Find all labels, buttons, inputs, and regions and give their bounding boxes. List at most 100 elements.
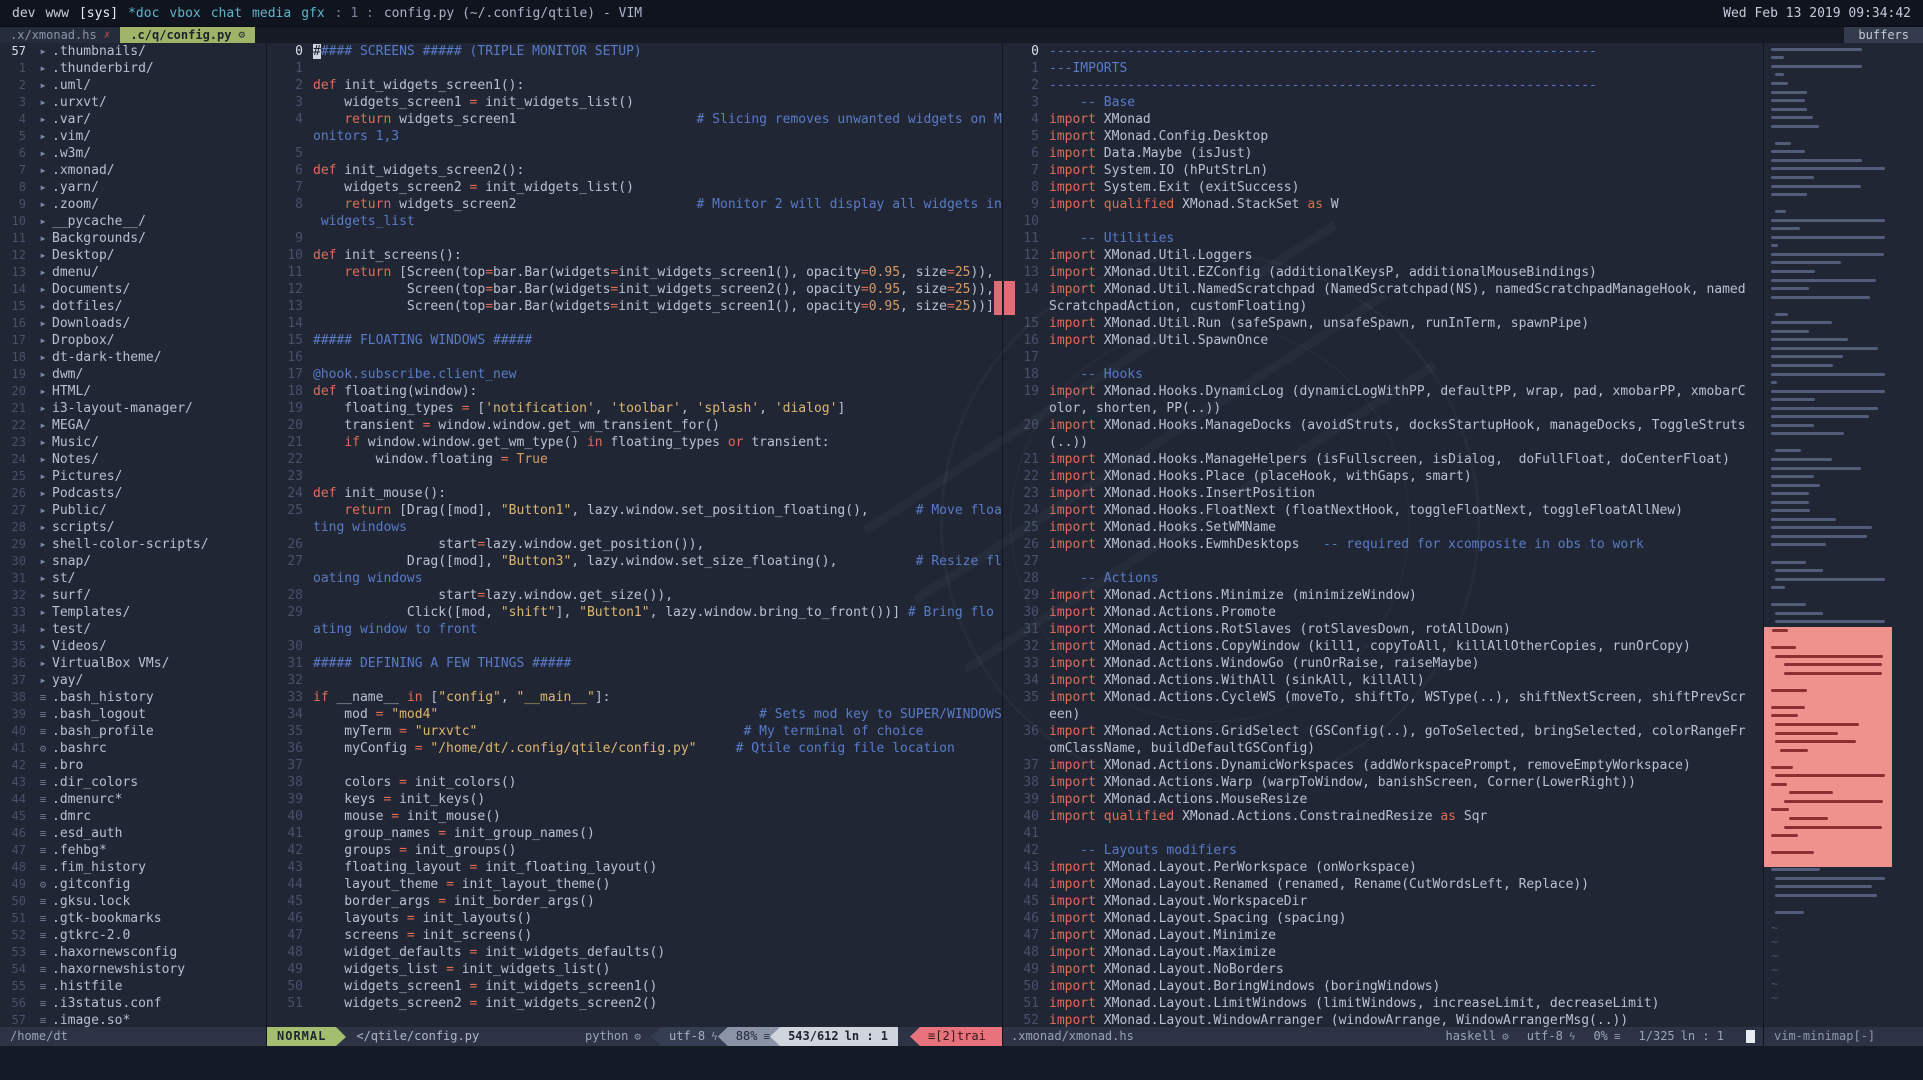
tree-item[interactable]: 42≡.bro	[0, 757, 266, 774]
tree-item[interactable]: 12▸Desktop/	[0, 247, 266, 264]
tree-item[interactable]: 33▸Templates/	[0, 604, 266, 621]
tree-item[interactable]: 57≡.image.so*	[0, 1012, 266, 1027]
code-line[interactable]: 28 start=lazy.window.get_size()),	[267, 587, 1002, 604]
workspace-tag[interactable]: www	[45, 6, 68, 21]
code-line[interactable]: widgets_list	[267, 213, 1002, 230]
code-line[interactable]: 31import XMonad.Actions.RotSlaves (rotSl…	[1003, 621, 1763, 638]
code-line[interactable]: een)	[1003, 706, 1763, 723]
code-line[interactable]: 32	[267, 672, 1002, 689]
tab-.c/q/config.py[interactable]: .c/q/config.py⚙	[120, 27, 255, 43]
code-line[interactable]: 46import XMonad.Layout.Spacing (spacing)	[1003, 910, 1763, 927]
code-line[interactable]: 44import XMonad.Layout.Renamed (renamed,…	[1003, 876, 1763, 893]
code-line[interactable]: 39 keys = init_keys()	[267, 791, 1002, 808]
code-line[interactable]: 30	[267, 638, 1002, 655]
code-line[interactable]: 34 mod = "mod4" # Sets mod key to SUPER/…	[267, 706, 1002, 723]
code-line[interactable]: 0---------------------------------------…	[1003, 43, 1763, 60]
code-line[interactable]: 41 group_names = init_group_names()	[267, 825, 1002, 842]
code-line[interactable]: 45 border_args = init_border_args()	[267, 893, 1002, 910]
tree-item[interactable]: 9▸.zoom/	[0, 196, 266, 213]
code-line[interactable]: 12import XMonad.Util.Loggers	[1003, 247, 1763, 264]
code-line[interactable]: 41	[1003, 825, 1763, 842]
code-line[interactable]: onitors 1,3	[267, 128, 1002, 145]
code-line[interactable]: 48import XMonad.Layout.Maximize	[1003, 944, 1763, 961]
tree-item[interactable]: 17▸Dropbox/	[0, 332, 266, 349]
code-line[interactable]: 11 -- Utilities	[1003, 230, 1763, 247]
tree-item[interactable]: 3▸.urxvt/	[0, 94, 266, 111]
code-line[interactable]: 51import XMonad.Layout.LimitWindows (lim…	[1003, 995, 1763, 1012]
code-line[interactable]: 7 widgets_screen2 = init_widgets_list()	[267, 179, 1002, 196]
code-pane-config[interactable]: 0##### SCREENS ##### (TRIPLE MONITOR SET…	[267, 43, 1003, 1027]
workspace-tag[interactable]: *doc	[128, 6, 159, 21]
file-tree[interactable]: 57▸.thumbnails/1▸.thunderbird/2▸.uml/3▸.…	[0, 43, 267, 1027]
code-line[interactable]: 31##### DEFINING A FEW THINGS #####	[267, 655, 1002, 672]
tree-item[interactable]: 24▸Notes/	[0, 451, 266, 468]
tree-item[interactable]: 4▸.var/	[0, 111, 266, 128]
code-line[interactable]: 27 Drag([mod], "Button3", lazy.window.se…	[267, 553, 1002, 570]
code-line[interactable]: 1---IMPORTS	[1003, 60, 1763, 77]
code-line[interactable]: 43import XMonad.Layout.PerWorkspace (onW…	[1003, 859, 1763, 876]
tree-item[interactable]: 31▸st/	[0, 570, 266, 587]
tree-item[interactable]: 18▸dt-dark-theme/	[0, 349, 266, 366]
tree-item[interactable]: 19▸dwm/	[0, 366, 266, 383]
code-line[interactable]: 38import XMonad.Actions.Warp (warpToWind…	[1003, 774, 1763, 791]
code-line[interactable]: 27	[1003, 553, 1763, 570]
code-line[interactable]: 35import XMonad.Actions.CycleWS (moveTo,…	[1003, 689, 1763, 706]
tree-item[interactable]: 30▸snap/	[0, 553, 266, 570]
code-line[interactable]: 26 start=lazy.window.get_position()),	[267, 536, 1002, 553]
code-line[interactable]: 50import XMonad.Layout.BoringWindows (bo…	[1003, 978, 1763, 995]
code-line[interactable]: 18def floating(window):	[267, 383, 1002, 400]
tree-item[interactable]: 2▸.uml/	[0, 77, 266, 94]
tree-item[interactable]: 53≡.haxornewsconfig	[0, 944, 266, 961]
code-line[interactable]: 6def init_widgets_screen2():	[267, 162, 1002, 179]
code-line[interactable]: 29import XMonad.Actions.Minimize (minimi…	[1003, 587, 1763, 604]
code-line[interactable]: 25 return [Drag([mod], "Button1", lazy.w…	[267, 502, 1002, 519]
tree-item[interactable]: 32▸surf/	[0, 587, 266, 604]
code-line[interactable]: 50 widgets_screen1 = init_widgets_screen…	[267, 978, 1002, 995]
tree-item[interactable]: 52≡.gtkrc-2.0	[0, 927, 266, 944]
tree-item[interactable]: 14▸Documents/	[0, 281, 266, 298]
tree-item[interactable]: 26▸Podcasts/	[0, 485, 266, 502]
tree-item[interactable]: 7▸.xmonad/	[0, 162, 266, 179]
code-line[interactable]: 40 mouse = init_mouse()	[267, 808, 1002, 825]
workspace-tag[interactable]: media	[252, 6, 291, 21]
tree-item[interactable]: 39≡.bash_logout	[0, 706, 266, 723]
code-line[interactable]: 2def init_widgets_screen1():	[267, 77, 1002, 94]
tree-item[interactable]: 11▸Backgrounds/	[0, 230, 266, 247]
code-line[interactable]: 16	[267, 349, 1002, 366]
tree-item[interactable]: 36▸VirtualBox VMs/	[0, 655, 266, 672]
tree-item[interactable]: 47≡.fehbg*	[0, 842, 266, 859]
code-line[interactable]: 0##### SCREENS ##### (TRIPLE MONITOR SET…	[267, 43, 1002, 60]
code-line[interactable]: 21import XMonad.Hooks.ManageHelpers (isF…	[1003, 451, 1763, 468]
command-line[interactable]	[0, 1046, 1923, 1080]
code-line[interactable]: 16import XMonad.Util.SpawnOnce	[1003, 332, 1763, 349]
code-pane-xmonad[interactable]: 0---------------------------------------…	[1003, 43, 1764, 1027]
code-line[interactable]: 5	[267, 145, 1002, 162]
tree-item[interactable]: 45≡.dmrc	[0, 808, 266, 825]
code-line[interactable]: 6import Data.Maybe (isJust)	[1003, 145, 1763, 162]
workspace-tag[interactable]: dev	[12, 6, 35, 21]
tree-item[interactable]: 56≡.i3status.conf	[0, 995, 266, 1012]
tree-item[interactable]: 50≡.gksu.lock	[0, 893, 266, 910]
code-line[interactable]: 46 layouts = init_layouts()	[267, 910, 1002, 927]
code-line[interactable]: 33import XMonad.Actions.WindowGo (runOrR…	[1003, 655, 1763, 672]
code-line[interactable]: 39import XMonad.Actions.MouseResize	[1003, 791, 1763, 808]
code-line[interactable]: 5import XMonad.Config.Desktop	[1003, 128, 1763, 145]
code-line[interactable]: 1	[267, 60, 1002, 77]
code-line[interactable]: 12 Screen(top=bar.Bar(widgets=init_widge…	[267, 281, 1002, 298]
code-line[interactable]: oating windows	[267, 570, 1002, 587]
tree-item[interactable]: 43≡.dir_colors	[0, 774, 266, 791]
minimap[interactable]: ~~~~~~	[1764, 43, 1923, 1027]
tree-item[interactable]: 13▸dmenu/	[0, 264, 266, 281]
code-line[interactable]: 9import qualified XMonad.StackSet as W	[1003, 196, 1763, 213]
minimap-pane[interactable]: ~~~~~~	[1764, 43, 1923, 1027]
tab-close-icon[interactable]: ✗	[104, 27, 111, 43]
code-line[interactable]: 34import XMonad.Actions.WithAll (sinkAll…	[1003, 672, 1763, 689]
code-line[interactable]: (..))	[1003, 434, 1763, 451]
tree-item[interactable]: 16▸Downloads/	[0, 315, 266, 332]
code-line[interactable]: 15##### FLOATING WINDOWS #####	[267, 332, 1002, 349]
code-line[interactable]: 14	[267, 315, 1002, 332]
code-line[interactable]: 42 groups = init_groups()	[267, 842, 1002, 859]
code-line[interactable]: 13 Screen(top=bar.Bar(widgets=init_widge…	[267, 298, 1002, 315]
tree-item[interactable]: 1▸.thunderbird/	[0, 60, 266, 77]
code-line[interactable]: 13import XMonad.Util.EZConfig (additiona…	[1003, 264, 1763, 281]
